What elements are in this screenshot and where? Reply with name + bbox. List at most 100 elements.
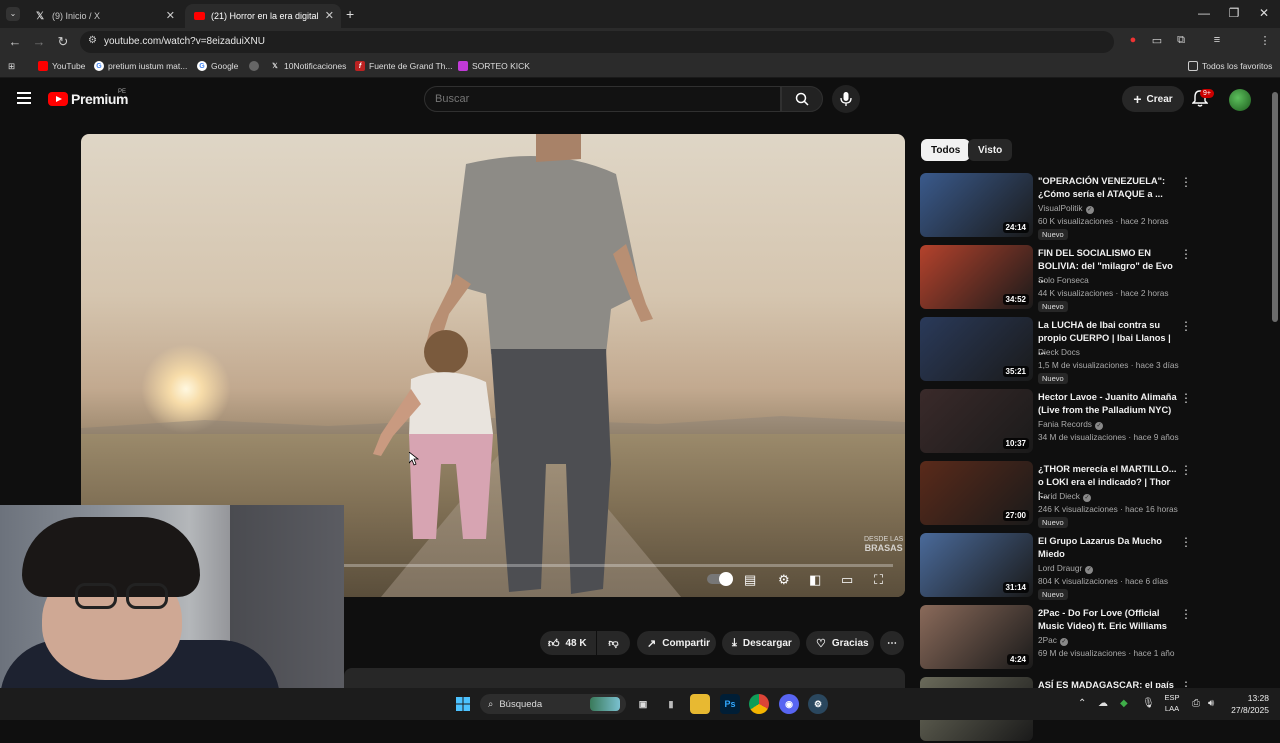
media-icon[interactable]: ≡	[1210, 34, 1224, 46]
reload-icon[interactable]: ↻	[55, 34, 71, 50]
fullscreen-icon[interactable]: ⛶	[874, 572, 883, 588]
video-title[interactable]: "OPERACIÓN VENEZUELA": ¿Cómo sería el AT…	[1038, 175, 1178, 201]
create-button[interactable]: + Crear	[1122, 86, 1184, 112]
bookmark-notifications[interactable]: 𝕏 10Notificaciones	[270, 61, 346, 71]
new-tab-button[interactable]: +	[346, 6, 354, 22]
theater-mode-icon[interactable]: ▭	[841, 572, 853, 588]
menu-icon[interactable]	[17, 92, 31, 104]
all-bookmarks[interactable]: Todos los favoritos	[1188, 61, 1272, 71]
minimize-icon[interactable]: —	[1196, 6, 1212, 20]
menu-dots-icon[interactable]: ⋮	[1258, 34, 1272, 47]
description-box[interactable]	[344, 668, 905, 688]
search-button[interactable]	[781, 86, 823, 112]
recommendation-item[interactable]: 27:00 ¿THOR merecía el MARTILLO... o LOKI…	[920, 461, 1192, 528]
video-title[interactable]: Hector Lavoe - Juanito Alimaña (Live fro…	[1038, 391, 1178, 417]
voice-search-button[interactable]	[832, 85, 860, 113]
more-actions-button[interactable]: ⋯	[880, 631, 904, 655]
share-button[interactable]: ↗ Compartir	[637, 631, 716, 655]
back-icon[interactable]: ←	[7, 34, 23, 49]
settings-icon[interactable]: ⚙	[778, 572, 790, 588]
restore-icon[interactable]: ❐	[1226, 6, 1242, 20]
bookmark-google[interactable]: G Google	[197, 61, 238, 71]
task-view-icon[interactable]: ▣	[633, 694, 653, 714]
more-options-icon[interactable]: ⋮	[1180, 247, 1192, 261]
channel-name[interactable]: Farid Dieck ✓	[1038, 491, 1091, 502]
channel-name[interactable]: Fania Records ✓	[1038, 419, 1103, 430]
recommendation-item[interactable]: 31:14 El Grupo Lazarus Da Mucho Miedo Lord…	[920, 533, 1192, 600]
subtitles-icon[interactable]: ▤	[744, 572, 756, 588]
search-box[interactable]	[424, 86, 781, 112]
bookmark-pretium[interactable]: Gpretium iustum mat...	[94, 61, 187, 71]
extension-icon[interactable]: ▭	[1150, 34, 1164, 47]
volume-icon[interactable]: 🔊︎	[1208, 698, 1214, 709]
taskbar-search[interactable]: ⌕ Búsqueda	[480, 694, 626, 714]
extension-red-icon[interactable]: ●	[1126, 34, 1140, 46]
taskbar-clock[interactable]: 13:28 27/8/2025	[1225, 692, 1269, 716]
more-options-icon[interactable]: ⋮	[1180, 175, 1192, 189]
site-info-icon[interactable]: ⚙	[88, 35, 97, 46]
video-thumbnail[interactable]: 4:24	[920, 605, 1033, 669]
close-icon[interactable]: ✕	[325, 9, 334, 22]
chip-all[interactable]: Todos	[921, 139, 971, 161]
recommendation-item[interactable]: 10:37 Hector Lavoe - Juanito Alimaña (Liv…	[920, 389, 1192, 455]
close-icon[interactable]: ✕	[166, 9, 175, 22]
video-thumbnail[interactable]: 35:21	[920, 317, 1033, 381]
video-thumbnail[interactable]: 27:00	[920, 461, 1033, 525]
channel-name[interactable]: Lord Draugr ✓	[1038, 563, 1094, 574]
recommendation-item[interactable]: 34:52 FIN DEL SOCIALISMO EN BOLIVIA: del …	[920, 245, 1192, 312]
network-icon[interactable]: ⎙	[1192, 698, 1200, 709]
channel-name[interactable]: VisualPolitik ✓	[1038, 203, 1094, 214]
more-options-icon[interactable]: ⋮	[1180, 535, 1192, 549]
video-title[interactable]: El Grupo Lazarus Da Mucho Miedo	[1038, 535, 1178, 561]
windows-start-icon[interactable]	[453, 694, 473, 714]
search-input[interactable]	[435, 93, 765, 105]
video-title[interactable]: 2Pac - Do For Love (Official Music Video…	[1038, 607, 1178, 633]
video-thumbnail[interactable]: 24:14	[920, 173, 1033, 237]
video-thumbnail[interactable]: 34:52	[920, 245, 1033, 309]
steam-icon[interactable]: ⚙	[808, 694, 828, 714]
more-options-icon[interactable]: ⋮	[1180, 463, 1192, 477]
recommendation-item[interactable]: 4:24 2Pac - Do For Love (Official Music V…	[920, 605, 1192, 671]
photoshop-icon[interactable]: Ps	[720, 694, 740, 714]
file-explorer-icon[interactable]	[690, 694, 710, 714]
tray-chevron-icon[interactable]: ⌃	[1078, 698, 1086, 709]
miniplayer-icon[interactable]: ◧	[809, 572, 821, 588]
recommendation-item[interactable]: 24:14 "OPERACIÓN VENEZUELA": ¿Cómo sería …	[920, 173, 1192, 240]
youtube-premium-logo[interactable]: Premium PE	[48, 89, 129, 107]
microphone-tray-icon[interactable]: 🎙︎	[1142, 698, 1155, 709]
address-bar[interactable]: ⚙ youtube.com/watch?v=8eizaduiXNU	[80, 31, 1114, 53]
like-button[interactable]: 👍︎ 48 K	[540, 631, 596, 655]
channel-name[interactable]: Solo Fonseca	[1038, 275, 1089, 285]
close-window-icon[interactable]: ✕	[1256, 6, 1272, 20]
bookmark-gta-font[interactable]: f Fuente de Grand Th...	[355, 61, 452, 71]
channel-name[interactable]: Dieck Docs	[1038, 347, 1080, 357]
account-avatar[interactable]	[1229, 89, 1251, 111]
tab-search-button[interactable]: ⌄	[6, 7, 20, 21]
video-thumbnail[interactable]: 10:37	[920, 389, 1033, 453]
onedrive-icon[interactable]: ☁	[1098, 698, 1108, 709]
tab-youtube-video[interactable]: (21) Horror en la era digital, 3 h ✕	[185, 4, 341, 28]
bookmark-youtube[interactable]: YouTube	[38, 61, 85, 71]
more-options-icon[interactable]: ⋮	[1180, 319, 1192, 333]
security-icon[interactable]: ◆	[1120, 698, 1128, 709]
thanks-button[interactable]: ♡ Gracias	[806, 631, 874, 655]
more-options-icon[interactable]: ⋮	[1180, 607, 1192, 621]
app-icon-generic[interactable]: ▮	[661, 694, 681, 714]
puzzle-icon[interactable]: ⧉	[1174, 34, 1188, 47]
apps-icon[interactable]: ⊞	[8, 61, 15, 72]
tab-x-home[interactable]: 𝕏 (9) Inicio / X ✕	[26, 4, 182, 28]
download-button[interactable]: ⤓ Descargar	[722, 631, 800, 655]
autoplay-toggle[interactable]	[707, 572, 733, 586]
language-indicator[interactable]: ESP LAA	[1162, 692, 1182, 714]
bookmark-sorteo-kick[interactable]: SORTEO KICK	[458, 61, 530, 71]
page-scrollbar-thumb[interactable]	[1272, 92, 1278, 322]
discord-icon[interactable]: ◉	[779, 694, 799, 714]
chrome-icon[interactable]	[749, 694, 769, 714]
recommendation-item[interactable]: 35:21 La LUCHA de Ibai contra su propio C…	[920, 317, 1192, 384]
forward-icon[interactable]: →	[31, 34, 47, 49]
video-thumbnail[interactable]: 31:14	[920, 533, 1033, 597]
bookmark-globe[interactable]	[249, 61, 263, 71]
channel-name[interactable]: 2Pac ✓	[1038, 635, 1068, 646]
chip-watched[interactable]: Visto	[968, 139, 1013, 161]
more-options-icon[interactable]: ⋮	[1180, 391, 1192, 405]
